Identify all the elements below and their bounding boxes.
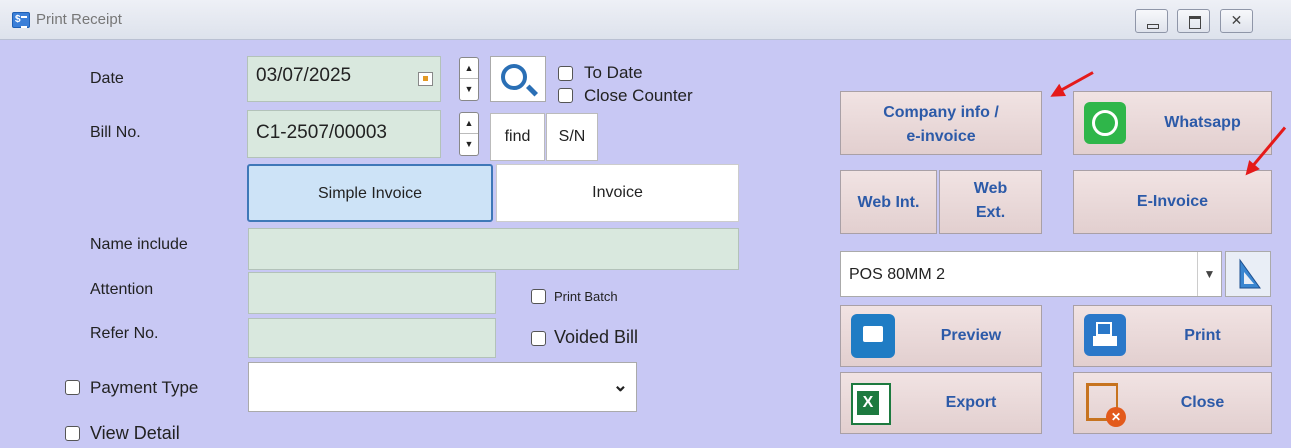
close-counter-checkbox[interactable] [558, 88, 573, 103]
close-icon: ✕ [1230, 12, 1243, 28]
set-square-icon [1239, 258, 1261, 289]
title-bar: $ Print Receipt ✕ [0, 0, 1291, 40]
bill-no-label: Bill No. [90, 124, 141, 141]
print-batch-label: Print Batch [554, 289, 618, 304]
voided-bill-checkbox[interactable] [531, 331, 546, 346]
to-date-checkbox[interactable] [558, 66, 573, 81]
tab-simple-invoice[interactable]: Simple Invoice [247, 164, 493, 222]
window-title: Print Receipt [36, 11, 122, 28]
date-spinner[interactable]: ▲ ▼ [459, 57, 479, 101]
app-icon: $ [12, 12, 30, 28]
preview-icon [851, 314, 895, 358]
maximize-button[interactable] [1177, 9, 1210, 33]
attention-label: Attention [90, 281, 154, 298]
e-invoice-button[interactable]: E-Invoice [1073, 170, 1272, 234]
app-icon-glyph: $ [15, 14, 21, 25]
whatsapp-label: Whatsapp [1164, 114, 1241, 131]
chevron-down-icon: ▼ [1197, 252, 1221, 296]
voided-bill-label: Voided Bill [554, 327, 639, 347]
tab-invoice[interactable]: Invoice [496, 164, 739, 222]
company-info-line2: e-invoice [906, 128, 976, 145]
payment-type-label: Payment Type [90, 378, 199, 397]
web-ext-line2: Ext. [975, 204, 1006, 221]
printer-select-value: POS 80MM 2 [849, 266, 946, 283]
printer-icon [1084, 314, 1126, 356]
close-window-button[interactable]: ✕ [1220, 9, 1253, 33]
refer-no-field[interactable] [248, 318, 496, 358]
calendar-icon[interactable] [418, 72, 433, 86]
bill-no-field[interactable]: C1-2507/00003 [247, 110, 441, 158]
whatsapp-button[interactable]: Whatsapp [1073, 91, 1272, 155]
chevron-down-icon: ⌄ [612, 375, 628, 395]
search-button[interactable] [490, 56, 546, 102]
refer-no-label: Refer No. [90, 325, 159, 342]
payment-type-select[interactable]: ⌄ [248, 362, 637, 412]
close-counter-label: Close Counter [584, 86, 693, 105]
spin-down-icon[interactable]: ▼ [460, 79, 478, 100]
excel-icon: X [851, 383, 891, 425]
to-date-label: To Date [584, 63, 643, 82]
bill-no-spinner[interactable]: ▲ ▼ [459, 112, 479, 156]
print-label: Print [1184, 327, 1221, 344]
date-label: Date [90, 70, 124, 87]
print-button[interactable]: Print [1073, 305, 1272, 367]
attention-field[interactable] [248, 272, 496, 314]
company-info-button[interactable]: Company info / e-invoice [840, 91, 1042, 155]
preview-button[interactable]: Preview [840, 305, 1042, 367]
close-button[interactable]: ✕ Close [1073, 372, 1272, 434]
spin-down-icon[interactable]: ▼ [460, 134, 478, 155]
search-icon-handle [525, 84, 539, 97]
search-icon [501, 64, 527, 90]
name-include-label: Name include [90, 236, 188, 253]
whatsapp-icon [1084, 102, 1126, 144]
date-field[interactable]: 03/07/2025 [247, 56, 441, 102]
close-label: Close [1180, 394, 1225, 411]
web-ext-line1: Web [973, 180, 1008, 197]
minimize-button[interactable] [1135, 9, 1168, 33]
preview-label: Preview [940, 327, 1002, 344]
spin-up-icon[interactable]: ▲ [460, 58, 478, 79]
payment-type-checkbox[interactable] [65, 380, 80, 395]
serial-number-button[interactable]: S/N [546, 113, 598, 161]
view-detail-checkbox[interactable] [65, 426, 80, 441]
view-detail-label: View Detail [90, 423, 180, 443]
print-batch-checkbox[interactable] [531, 289, 546, 304]
export-button[interactable]: X Export [840, 372, 1042, 434]
web-int-button[interactable]: Web Int. [840, 170, 937, 234]
find-button[interactable]: find [490, 113, 545, 161]
e-invoice-label: E-Invoice [1136, 193, 1209, 210]
printer-setup-button[interactable] [1225, 251, 1271, 297]
printer-select[interactable]: POS 80MM 2 ▼ [840, 251, 1222, 297]
close-x-icon: ✕ [1106, 407, 1126, 427]
name-include-field[interactable] [248, 228, 739, 270]
company-info-line1: Company info / [883, 104, 999, 121]
export-label: Export [945, 394, 997, 411]
spin-up-icon[interactable]: ▲ [460, 113, 478, 134]
web-int-label: Web Int. [857, 194, 920, 211]
web-ext-button[interactable]: Web Ext. [939, 170, 1042, 234]
